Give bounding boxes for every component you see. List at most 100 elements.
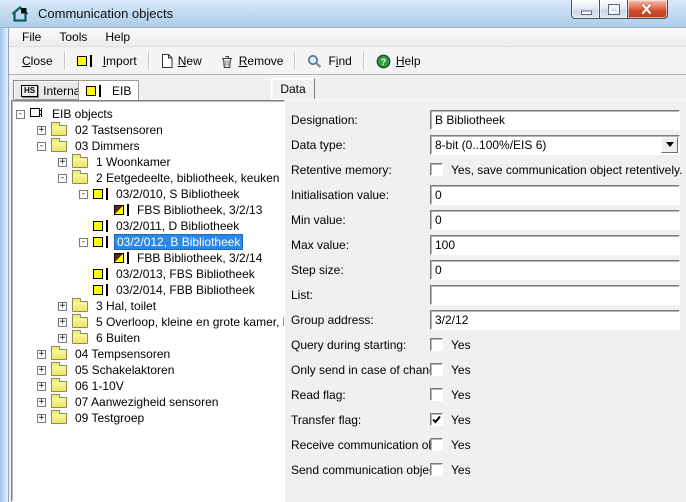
- tab-eib[interactable]: EIB: [78, 80, 139, 101]
- form-row: Read flag:Yes: [291, 382, 683, 407]
- expand-toggle[interactable]: +: [37, 382, 46, 391]
- toolbar-remove-button[interactable]: Remove: [211, 49, 293, 73]
- read-flag-checkbox[interactable]: [430, 388, 443, 401]
- button-label: New: [178, 54, 202, 68]
- object-icon: [86, 85, 101, 97]
- send-communication-object-checkbox[interactable]: [430, 463, 443, 476]
- send-communication-object-label: Send communication object (: [291, 463, 430, 477]
- retentive-memory-checkbox[interactable]: [430, 163, 443, 176]
- folder-icon: [51, 397, 67, 408]
- restore-button[interactable]: [600, 0, 628, 19]
- menu-item-help[interactable]: Help: [96, 29, 139, 45]
- tree-item-label[interactable]: FBS Bibliotheek, 3/2/13: [135, 203, 264, 217]
- transfer-flag-checkbox[interactable]: [430, 413, 443, 426]
- toolbar-new-button[interactable]: New: [152, 49, 211, 73]
- toolbar-find-button[interactable]: Find: [298, 49, 360, 73]
- tree-item-label[interactable]: 1 Woonkamer: [94, 155, 172, 169]
- button-label: Help: [396, 54, 421, 68]
- tree-item-label[interactable]: 07 Aanwezigheid sensoren: [73, 395, 220, 409]
- tree-item-label[interactable]: 03/2/010, S Bibliotheek: [114, 187, 241, 201]
- tab-data[interactable]: Data: [271, 78, 315, 100]
- toolbar-import-button[interactable]: Import: [68, 49, 146, 73]
- minimize-icon: [572, 0, 599, 19]
- min-value-field[interactable]: 0: [430, 210, 680, 230]
- tree-item: +6 Buiten: [12, 330, 284, 346]
- designation-field[interactable]: B Bibliotheek: [430, 110, 680, 130]
- step-size-field[interactable]: 0: [430, 260, 680, 280]
- tab-strip-line: [271, 99, 686, 100]
- button-label: Close: [22, 54, 53, 68]
- expand-toggle[interactable]: +: [58, 302, 67, 311]
- initialisation-value-field[interactable]: 0: [430, 185, 680, 205]
- step-size-label: Step size:: [291, 263, 430, 277]
- tree-item-label[interactable]: 6 Buiten: [94, 331, 142, 345]
- help-icon: ?: [376, 54, 391, 69]
- expand-toggle[interactable]: +: [37, 366, 46, 375]
- checkbox-label: Yes: [451, 463, 471, 477]
- expand-toggle[interactable]: +: [58, 318, 67, 327]
- collapse-toggle[interactable]: -: [37, 142, 46, 151]
- close-button[interactable]: [628, 0, 668, 19]
- expand-toggle[interactable]: +: [37, 414, 46, 423]
- tree-item-label[interactable]: 09 Testgroep: [73, 411, 146, 425]
- max-value-field[interactable]: 100: [430, 235, 680, 255]
- folder-icon: [51, 125, 67, 136]
- expand-toggle[interactable]: +: [37, 398, 46, 407]
- menu-item-file[interactable]: File: [13, 29, 50, 45]
- tree-item-label[interactable]: 06 1-10V: [73, 379, 126, 393]
- tree-item-label[interactable]: 05 Schakelaktoren: [73, 363, 176, 377]
- button-label: Import: [103, 54, 137, 68]
- expand-toggle[interactable]: +: [58, 158, 67, 167]
- group-address-field[interactable]: 3/2/12: [430, 310, 680, 330]
- collapse-toggle[interactable]: -: [58, 174, 67, 183]
- new-document-icon: [161, 54, 173, 68]
- tree-item-label[interactable]: 02 Tastsensoren: [73, 123, 165, 137]
- subobject-icon: [114, 204, 129, 216]
- expand-toggle[interactable]: +: [37, 350, 46, 359]
- client-area: FileToolsHelp CloseImportNewRemoveFind?H…: [8, 28, 686, 502]
- query-during-starting-checkbox[interactable]: [430, 338, 443, 351]
- tree-item-label[interactable]: 03/2/011, D Bibliotheek: [114, 219, 241, 233]
- collapse-toggle[interactable]: -: [79, 238, 88, 247]
- checkbox-label: Yes: [451, 438, 471, 452]
- form-row: Only send in case of changeYes: [291, 357, 683, 382]
- form-row: Min value:0: [291, 207, 683, 232]
- expand-toggle[interactable]: +: [58, 334, 67, 343]
- hs-icon: HS: [21, 85, 38, 97]
- folder-icon: [72, 333, 88, 344]
- tree-item-label[interactable]: 03 Dimmers: [73, 139, 142, 153]
- tree-item-label[interactable]: 3 Hal, toilet: [94, 299, 158, 313]
- collapse-toggle[interactable]: -: [16, 110, 25, 119]
- tree-item: +02 Tastsensoren: [12, 122, 284, 138]
- caption-buttons: [571, 0, 668, 19]
- toolbar-close-button[interactable]: Close: [13, 49, 62, 73]
- tree-item-label[interactable]: 03/2/013, FBS Bibliotheek: [114, 267, 257, 281]
- object-icon: [77, 55, 92, 67]
- data-type-select[interactable]: 8-bit (0..100%/EIS 6): [430, 135, 680, 155]
- form-row: Send communication object ( Yes: [291, 457, 683, 482]
- form-row: Designation:B Bibliotheek: [291, 107, 683, 132]
- menu-item-tools[interactable]: Tools: [50, 29, 96, 45]
- collapse-toggle[interactable]: -: [79, 190, 88, 199]
- tree-item-label[interactable]: EIB objects: [50, 107, 115, 121]
- expand-toggle[interactable]: +: [37, 126, 46, 135]
- tree-item-label[interactable]: 5 Overloop, kleine en grote kamer, bad: [94, 315, 284, 329]
- restore-icon: [600, 0, 627, 19]
- toolbar-separator: [363, 52, 365, 70]
- title-bar: Communication objects: [0, 0, 686, 28]
- only-send-in-case-of-change-checkbox[interactable]: [430, 363, 443, 376]
- tree-item: +06 1-10V: [12, 378, 284, 394]
- trash-icon: [220, 54, 234, 69]
- tree-item-label[interactable]: FBB Bibliotheek, 3/2/14: [135, 251, 264, 265]
- receive-communication-obje-checkbox[interactable]: [430, 438, 443, 451]
- list-field[interactable]: [430, 285, 680, 305]
- tree-item-label[interactable]: 2 Eetgedeelte, bibliotheek, keuken: [94, 171, 281, 185]
- tree-item-label[interactable]: 04 Tempsensoren: [73, 347, 172, 361]
- tree-item: +04 Tempsensoren: [12, 346, 284, 362]
- minimize-button[interactable]: [571, 0, 600, 19]
- tree-item-label[interactable]: 03/2/012, B Bibliotheek: [114, 234, 243, 250]
- dropdown-arrow-button[interactable]: [661, 137, 678, 153]
- folder-icon: [72, 317, 88, 328]
- toolbar-help-button[interactable]: ? Help: [367, 49, 430, 73]
- tree-item-label[interactable]: 03/2/014, FBB Bibliotheek: [114, 283, 257, 297]
